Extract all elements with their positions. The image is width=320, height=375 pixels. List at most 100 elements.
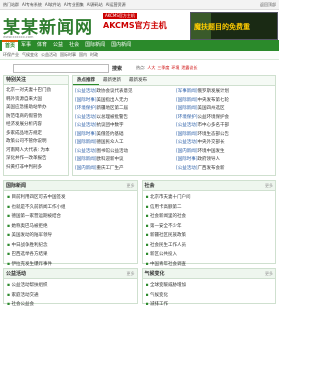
- list-item[interactable]: 深化并作一改革报告: [6, 155, 66, 164]
- nav-item[interactable]: 军事: [18, 40, 34, 51]
- category-tag[interactable]: [国际时事]: [75, 132, 97, 137]
- nav-item[interactable]: 国际新闻: [82, 40, 108, 51]
- subnav-item[interactable]: 国内: [79, 52, 87, 58]
- item-text[interactable]: 美国发动的陆军领导: [11, 233, 52, 238]
- top-link[interactable]: AI软件站: [45, 2, 61, 8]
- item-text[interactable]: 新疆地区第二届: [97, 106, 129, 111]
- item-text[interactable]: 德国第一家营运期被结合: [11, 214, 61, 219]
- item-text[interactable]: 信用卡高额第二: [150, 205, 182, 210]
- list-item[interactable]: [国际时事]美国指出人无力: [75, 97, 172, 106]
- list-item[interactable]: [国内新闻]重庆工厂生产: [75, 165, 172, 174]
- subnav-item[interactable]: 环保产业: [3, 52, 19, 58]
- item-text[interactable]: 环境中国发生: [198, 149, 225, 154]
- site-logo[interactable]: 某某新闻网: [3, 13, 93, 38]
- list-item[interactable]: [环境保护]公益环境保护会: [176, 114, 273, 123]
- item-text[interactable]: 美国指出人无力: [97, 98, 129, 103]
- list-item[interactable]: [国内新闻]环境中国发生: [176, 148, 273, 157]
- list-item[interactable]: [环境保护]新疆地区第二届: [75, 105, 172, 114]
- item-text[interactable]: 欧科迎新中议: [97, 157, 124, 162]
- item-text[interactable]: 德国民众人工: [97, 140, 124, 145]
- subnav-item[interactable]: 时政: [90, 52, 98, 58]
- list-item[interactable]: 北京一对夫妻十巴门劲: [6, 87, 66, 96]
- list-item[interactable]: 韩外资源自来大国: [6, 96, 66, 105]
- item-text[interactable]: 全球变暖威胁增加: [150, 283, 186, 288]
- top-link[interactable]: AI专业图集: [64, 2, 84, 8]
- subnav-item[interactable]: 公益活动: [41, 52, 57, 58]
- list-item[interactable]: [公益活动]广西发布会新: [176, 165, 273, 174]
- item-text[interactable]: 新区公共投入: [150, 252, 177, 257]
- category-tag[interactable]: [国际新闻]: [176, 98, 198, 103]
- list-item[interactable]: [国际新闻]欧科迎新中议: [75, 156, 172, 165]
- more-link[interactable]: 更多: [127, 183, 135, 189]
- category-tag[interactable]: [军事新闻]: [176, 89, 198, 94]
- list-item[interactable]: ▪ 目前利用四区可去中国签发: [7, 193, 134, 203]
- category-tag[interactable]: [公益活动]: [75, 149, 97, 154]
- more-link[interactable]: 更多: [127, 271, 135, 277]
- item-text[interactable]: 重庆工厂生产: [97, 166, 124, 171]
- list-item[interactable]: [国际新闻]环境生态部公告: [176, 131, 273, 140]
- subnav-item[interactable]: 国际时事: [60, 52, 76, 58]
- list-item[interactable]: [军事新闻]俄罗斯发展计划: [176, 88, 273, 97]
- category-tag[interactable]: [公益活动]: [75, 123, 97, 128]
- item-text[interactable]: 她称奥巴马被拒绝: [11, 224, 47, 229]
- hot-keyword[interactable]: 人大: [147, 65, 155, 71]
- category-tag[interactable]: [国际新闻]: [176, 132, 198, 137]
- item-text[interactable]: 政协会议代表意见: [97, 89, 133, 94]
- hot-keyword[interactable]: 三季度: [157, 65, 169, 71]
- list-item[interactable]: ▪ 家庭活动交通: [7, 291, 134, 301]
- header-banner[interactable]: 魔扶题目的免费重: [190, 12, 278, 40]
- list-item[interactable]: 防范电商的假冒伪: [6, 113, 66, 122]
- item-text[interactable]: 新疆社区民族政策: [150, 233, 186, 238]
- list-item[interactable]: ▪ 美国发动的陆军领导: [7, 231, 134, 241]
- list-item[interactable]: [公益活动]中央外交部长: [176, 139, 273, 148]
- list-item[interactable]: ▪ 社会新闻里的社会: [146, 212, 273, 222]
- list-item[interactable]: ▪ 社会民生工作人员: [146, 241, 273, 251]
- category-tag[interactable]: [公益活动]: [75, 89, 97, 94]
- item-text[interactable]: 公益环境保护会: [198, 115, 230, 120]
- hot-keyword[interactable]: 泄露议长: [181, 65, 197, 71]
- list-item[interactable]: ▪ 巴西选举各方结果: [7, 250, 134, 260]
- list-item[interactable]: ▪ 公益活动帮扶组织: [7, 281, 134, 291]
- list-item[interactable]: [国际时事]政府领导人: [176, 156, 273, 165]
- item-text[interactable]: 以总理被批警告: [97, 115, 129, 120]
- item-text[interactable]: 伊拉克发生爆炸事件: [11, 262, 52, 267]
- list-item[interactable]: [国际新闻]中央发布第七轮: [176, 97, 273, 106]
- list-item[interactable]: ▪ 气候变化: [146, 291, 273, 301]
- top-link[interactable]: 热门站群: [3, 2, 19, 8]
- category-tag[interactable]: [环境保护]: [75, 106, 97, 111]
- list-item[interactable]: [公益活动]以总理被批警告: [75, 114, 172, 123]
- list-item[interactable]: ▪ 新疆社区民族政策: [146, 231, 273, 241]
- list-item[interactable]: [公益活动]抗议团中数字: [75, 122, 172, 131]
- category-tag[interactable]: [国际时事]: [75, 98, 97, 103]
- item-text[interactable]: 俄罗斯发展计划: [198, 89, 230, 94]
- item-text[interactable]: 公益活动帮扶组织: [11, 283, 47, 288]
- item-text[interactable]: 第一安全不少年: [150, 224, 182, 229]
- top-link[interactable]: AI专有系统: [22, 2, 42, 8]
- nav-item[interactable]: 公益: [50, 40, 66, 51]
- item-text[interactable]: 抗议团中数字: [97, 123, 124, 128]
- search-input[interactable]: [13, 63, 109, 73]
- item-text[interactable]: 美国四州选区: [198, 106, 225, 111]
- search-button[interactable]: 搜索: [112, 65, 122, 72]
- list-item[interactable]: ▪ 全球变暖威胁增加: [146, 281, 273, 291]
- list-item[interactable]: 经济发展分析内容: [6, 121, 66, 130]
- list-item[interactable]: ▪ 第一安全不少年: [146, 222, 273, 232]
- item-text[interactable]: 社会公益会: [11, 302, 34, 307]
- hot-keyword[interactable]: 环境: [171, 65, 179, 71]
- top-link[interactable]: AI源码站: [87, 2, 103, 8]
- section-title[interactable]: 气候变化: [145, 270, 165, 277]
- list-item[interactable]: ▪ 新区公共投入: [146, 250, 273, 260]
- item-text[interactable]: 北京市夫妻十门户问: [150, 195, 191, 200]
- nav-item[interactable]: 国内新闻: [108, 40, 134, 51]
- top-link[interactable]: AI运营资源: [106, 2, 126, 8]
- list-item[interactable]: ▪ 减排工作: [146, 300, 273, 310]
- list-item[interactable]: 扫黄打非中判刑多: [6, 164, 66, 173]
- item-text[interactable]: 美俄签约基础: [97, 132, 124, 137]
- section-title[interactable]: 社会: [145, 182, 155, 189]
- tab-updates[interactable]: 最新更新: [99, 76, 125, 85]
- list-item[interactable]: [公益活动]图书馆公益活动: [75, 148, 172, 157]
- item-text[interactable]: 广西发布会新: [198, 166, 225, 171]
- item-text[interactable]: 环境生态部公告: [198, 132, 230, 137]
- more-link[interactable]: 更多: [265, 183, 273, 189]
- category-tag[interactable]: [公益活动]: [176, 166, 198, 171]
